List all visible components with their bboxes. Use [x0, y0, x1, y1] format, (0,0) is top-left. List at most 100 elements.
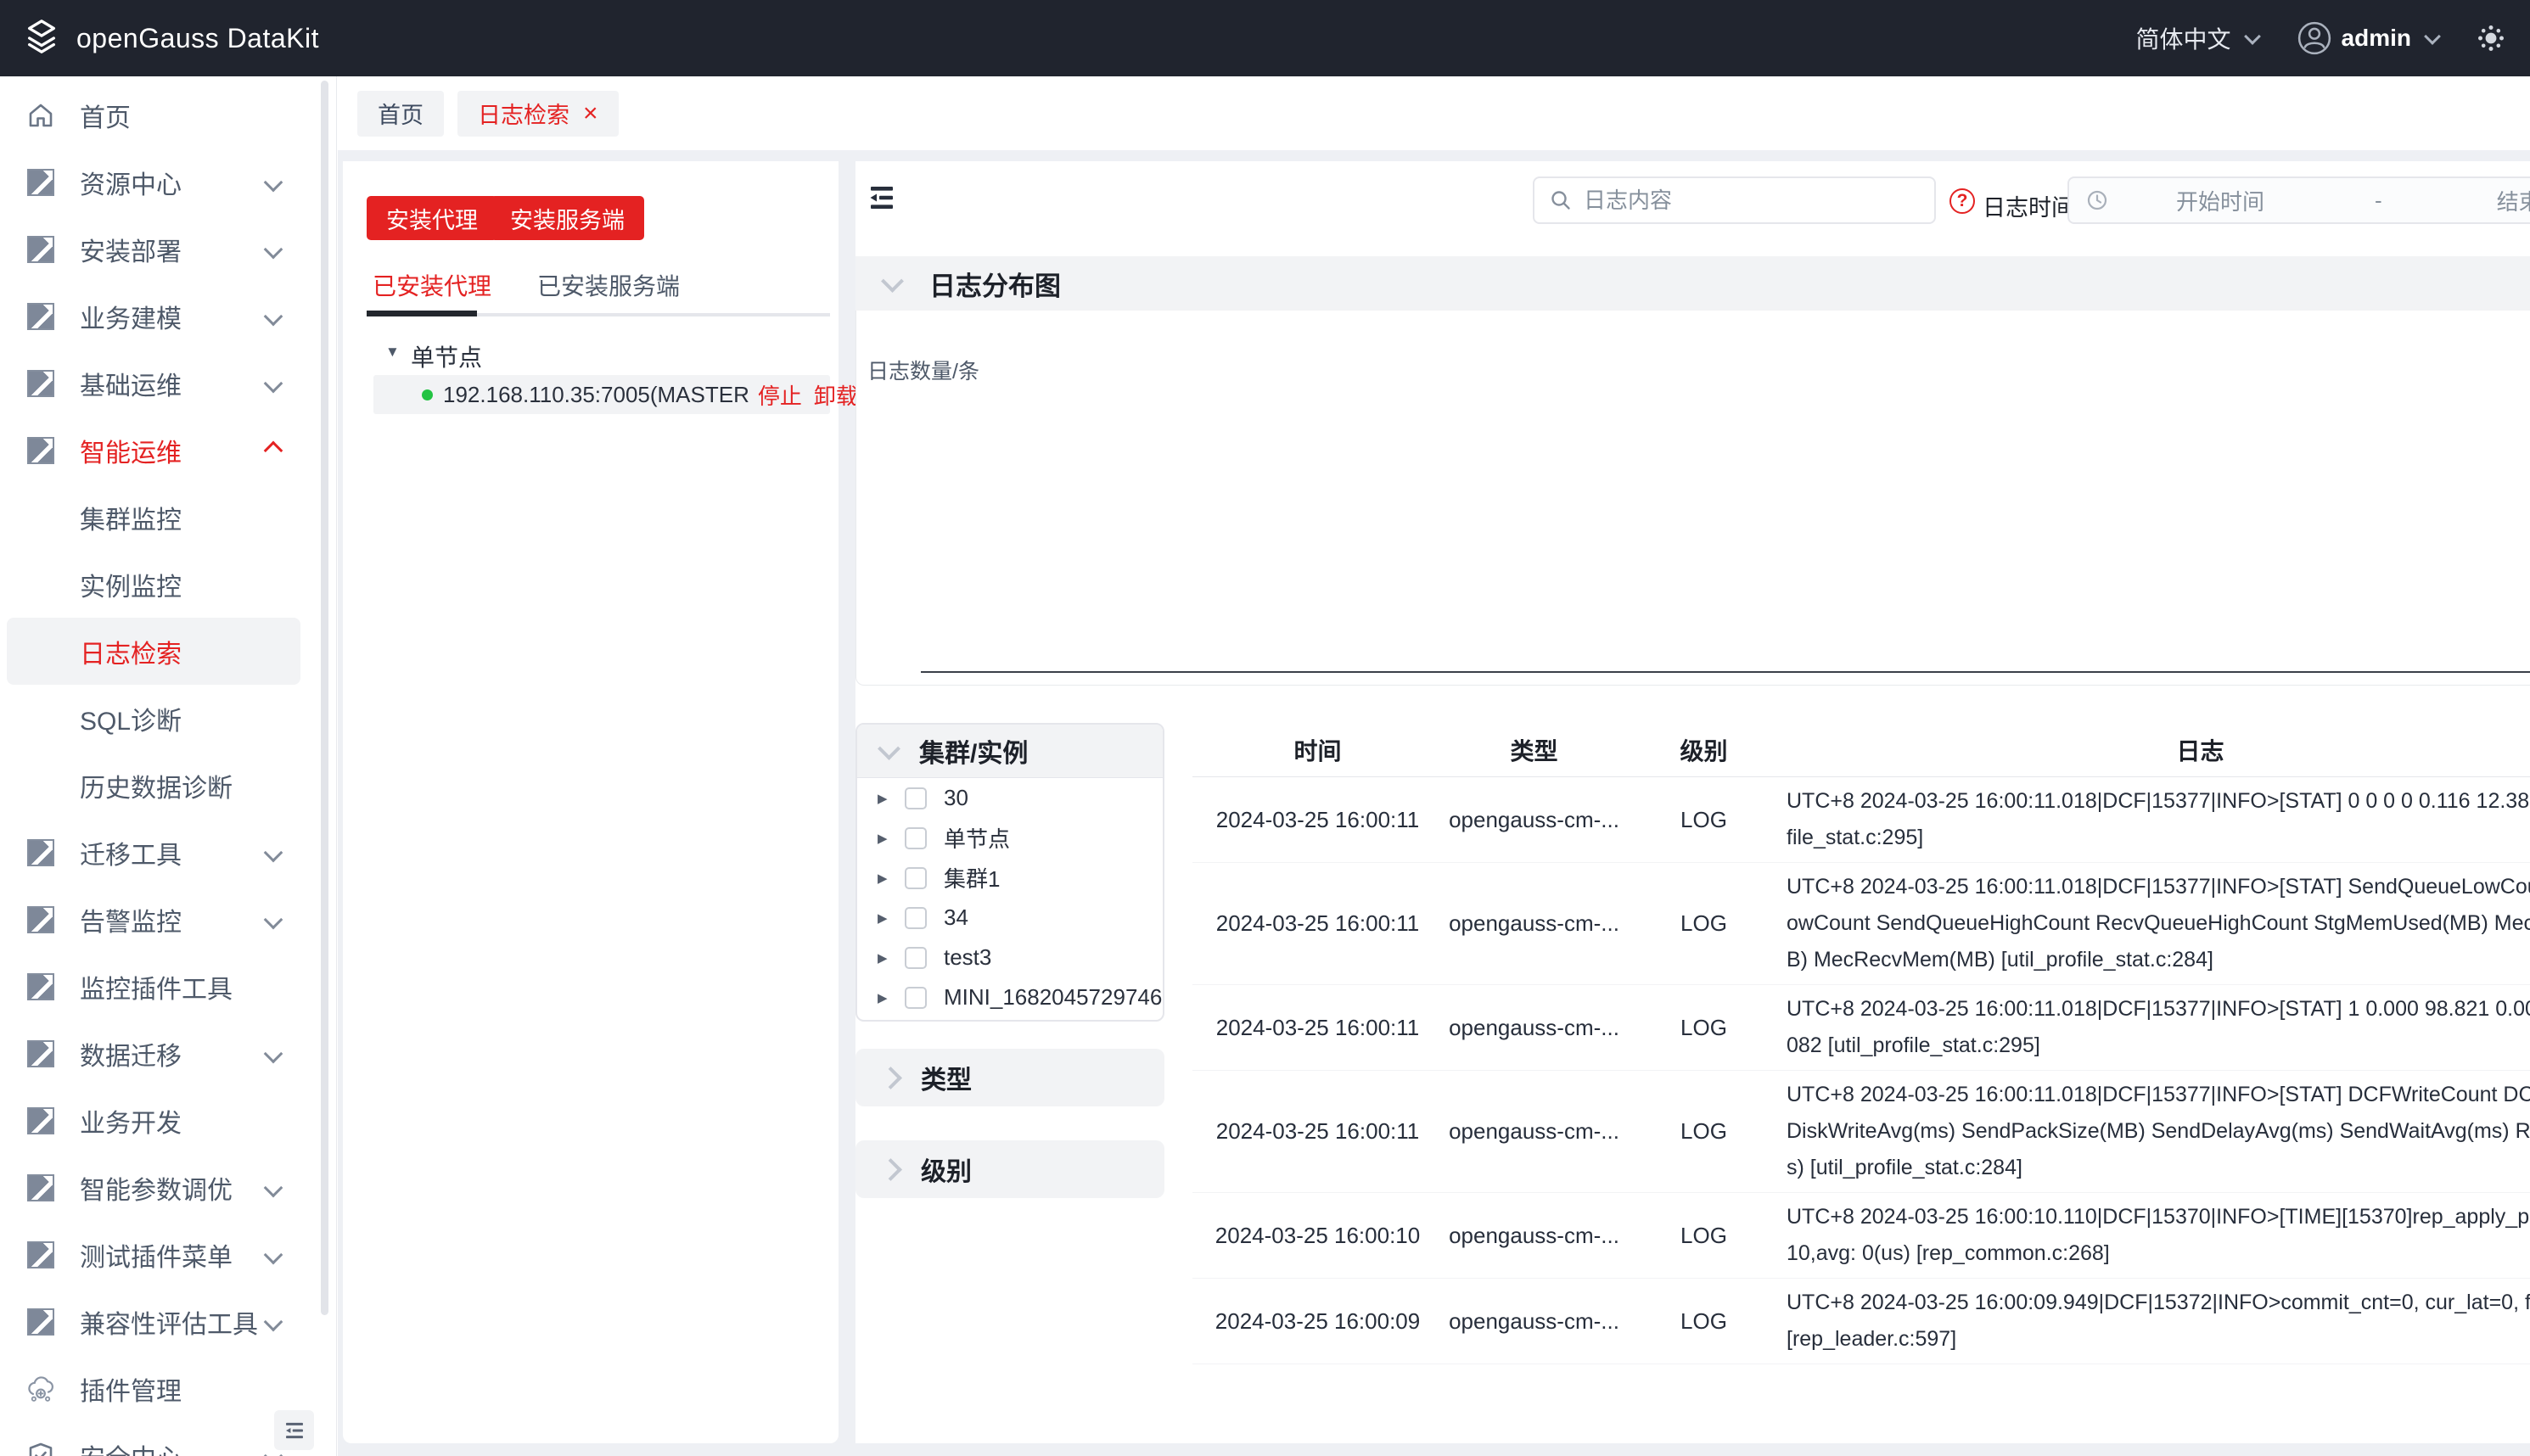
clock-icon: [2086, 189, 2108, 211]
sidebar-item-install-deploy[interactable]: 安装部署: [0, 216, 336, 283]
cluster-tree-item[interactable]: ▶ 34: [857, 898, 1163, 938]
caret-right-icon[interactable]: ▶: [878, 910, 893, 926]
chart-x-axis: [921, 671, 2530, 673]
install-server-button[interactable]: 安装服务端: [491, 196, 644, 240]
checkbox[interactable]: [905, 986, 927, 1009]
chevron-down-icon: [263, 843, 283, 862]
sidebar-item-cluster-monitor[interactable]: 集群监控: [0, 484, 336, 551]
agent-node-address: 192.168.110.35:7005(MASTER: [443, 381, 749, 407]
tree-expand-caret[interactable]: ▼: [385, 344, 400, 361]
theme-toggle-icon[interactable]: [2476, 23, 2506, 53]
cluster-instance-panel: 集群/实例 ▶ 30 ▶ 单节点 ▶ 集群1 ▶ 34 ▶ test3 ▶ MI…: [855, 723, 1164, 1022]
sidebar-item-home[interactable]: 首页: [0, 81, 336, 148]
chevron-down-icon: [263, 1245, 283, 1264]
checkbox[interactable]: [905, 946, 927, 969]
sidebar-item-business-dev[interactable]: 业务开发: [0, 1087, 336, 1154]
log-table-row: 2024-03-25 16:00:11 opengauss-cm-... LOG…: [1192, 985, 2530, 1071]
tab-installed-agent[interactable]: 已安装代理: [373, 268, 491, 302]
range-separator: -: [2375, 187, 2382, 213]
caret-right-icon[interactable]: ▶: [878, 950, 893, 966]
type-panel-header[interactable]: 类型: [855, 1049, 1164, 1106]
sidebar-item-compatibility-assessment[interactable]: 兼容性评估工具: [0, 1288, 336, 1355]
chevron-down-icon: [263, 239, 283, 259]
agent-node-row[interactable]: 192.168.110.35:7005(MASTER 停止 卸载: [373, 375, 858, 414]
search-input[interactable]: [1582, 186, 1934, 215]
tab-underline-track: [477, 313, 830, 316]
cluster-panel-header[interactable]: 集群/实例: [857, 725, 1163, 778]
sidebar-item-migration-tools[interactable]: 迁移工具: [0, 819, 336, 886]
caret-right-icon[interactable]: ▶: [878, 871, 893, 886]
module-icon: [25, 234, 56, 265]
chevron-up-icon: [263, 440, 283, 460]
chevron-down-icon[interactable]: [2424, 28, 2441, 45]
checkbox[interactable]: [905, 826, 927, 849]
sidebar-item-history-data-diagnosis[interactable]: 历史数据诊断: [0, 752, 336, 819]
caret-right-icon[interactable]: ▶: [878, 990, 893, 1005]
sidebar-item-intelligent-ops[interactable]: 智能运维: [0, 417, 336, 484]
sidebar-item-resource-center[interactable]: 资源中心: [0, 148, 336, 216]
close-icon[interactable]: ×: [583, 100, 598, 126]
end-time-placeholder: 结束时间: [2496, 188, 2530, 215]
tab-log-search[interactable]: 日志检索 ×: [457, 90, 619, 137]
help-icon[interactable]: ?: [1949, 188, 1975, 214]
caret-right-icon[interactable]: ▶: [878, 831, 893, 846]
chevron-down-icon: [263, 373, 283, 393]
sidebar-item-alert-monitor[interactable]: 告警监控: [0, 886, 336, 953]
username[interactable]: admin: [2342, 25, 2411, 52]
install-agent-button[interactable]: 安装代理: [367, 196, 497, 240]
chevron-down-icon: [878, 736, 900, 760]
chevron-right-icon: [879, 1157, 902, 1181]
module-icon: [25, 1307, 56, 1337]
uninstall-link[interactable]: 卸载: [814, 379, 858, 411]
search-icon: [1550, 189, 1572, 211]
sidebar-item-test-plugin-menu[interactable]: 测试插件菜单: [0, 1221, 336, 1288]
log-table-row: 2024-03-25 16:00:11 opengauss-cm-... LOG…: [1192, 1071, 2530, 1193]
log-distribution-chart: [855, 311, 2530, 686]
sidebar-item-monitor-plugin-tools[interactable]: 监控插件工具: [0, 953, 336, 1020]
log-content-search[interactable]: [1533, 176, 1936, 224]
module-icon: [25, 904, 56, 935]
chevron-down-icon: [263, 306, 283, 326]
checkbox[interactable]: [905, 787, 927, 809]
collapse-sidepanel-icon[interactable]: [867, 183, 896, 216]
checkbox[interactable]: [905, 906, 927, 929]
sidebar-item-data-migration[interactable]: 数据迁移: [0, 1020, 336, 1087]
checkbox[interactable]: [905, 866, 927, 889]
cluster-tree-item[interactable]: ▶ 30: [857, 778, 1163, 818]
chevron-down-icon[interactable]: [2243, 28, 2261, 45]
sidebar-item-instance-monitor[interactable]: 实例监控: [0, 551, 336, 618]
tab-installed-server[interactable]: 已安装服务端: [537, 268, 680, 302]
tree-group-label[interactable]: 单节点: [411, 339, 482, 373]
cluster-tree-item[interactable]: ▶ 单节点: [857, 818, 1163, 858]
level-panel-header[interactable]: 级别: [855, 1140, 1164, 1198]
page-tabstrip: 首页 日志检索 ×: [338, 76, 2530, 150]
sidebar-item-business-modeling[interactable]: 业务建模: [0, 283, 336, 350]
cluster-tree-item[interactable]: ▶ MINI_1682045729746: [857, 977, 1163, 1017]
sidebar-item-intelligent-param-tuning[interactable]: 智能参数调优: [0, 1154, 336, 1221]
active-tab-underline: [367, 311, 477, 316]
log-table-row: 2024-03-25 16:00:11 opengauss-cm-... LOG…: [1192, 863, 2530, 985]
cluster-tree-item[interactable]: ▶ test3: [857, 938, 1163, 977]
log-table-row: 2024-03-25 16:00:11 opengauss-cm-... LOG…: [1192, 777, 2530, 863]
module-icon: [25, 1173, 56, 1203]
section-title: 日志分布图: [929, 271, 1061, 301]
sidebar-scrollbar[interactable]: [321, 81, 328, 1315]
log-table-row: 2024-03-25 16:00:10 opengauss-cm-... LOG…: [1192, 1193, 2530, 1279]
stop-link[interactable]: 停止: [758, 379, 802, 411]
date-range-picker[interactable]: 开始时间 - 结束时间: [2067, 176, 2530, 224]
module-icon: [25, 972, 56, 1002]
caret-right-icon[interactable]: ▶: [878, 791, 893, 806]
cluster-tree-item[interactable]: ▶ 集群1: [857, 858, 1163, 898]
sidebar-collapse-button[interactable]: [274, 1410, 314, 1450]
tab-home[interactable]: 首页: [357, 90, 444, 137]
sidebar-item-sql-diagnosis[interactable]: SQL诊断: [0, 685, 336, 752]
log-distribution-header[interactable]: 日志分布图: [855, 256, 2530, 311]
app-title: openGauss DataKit: [76, 22, 319, 53]
avatar[interactable]: [2297, 21, 2331, 55]
module-icon: [25, 368, 56, 399]
language-selector[interactable]: 简体中文: [2136, 21, 2231, 55]
chevron-down-icon: [881, 269, 904, 293]
sidebar-item-log-search[interactable]: 日志检索: [7, 618, 300, 685]
module-icon: [25, 837, 56, 868]
sidebar-item-basic-ops[interactable]: 基础运维: [0, 350, 336, 417]
